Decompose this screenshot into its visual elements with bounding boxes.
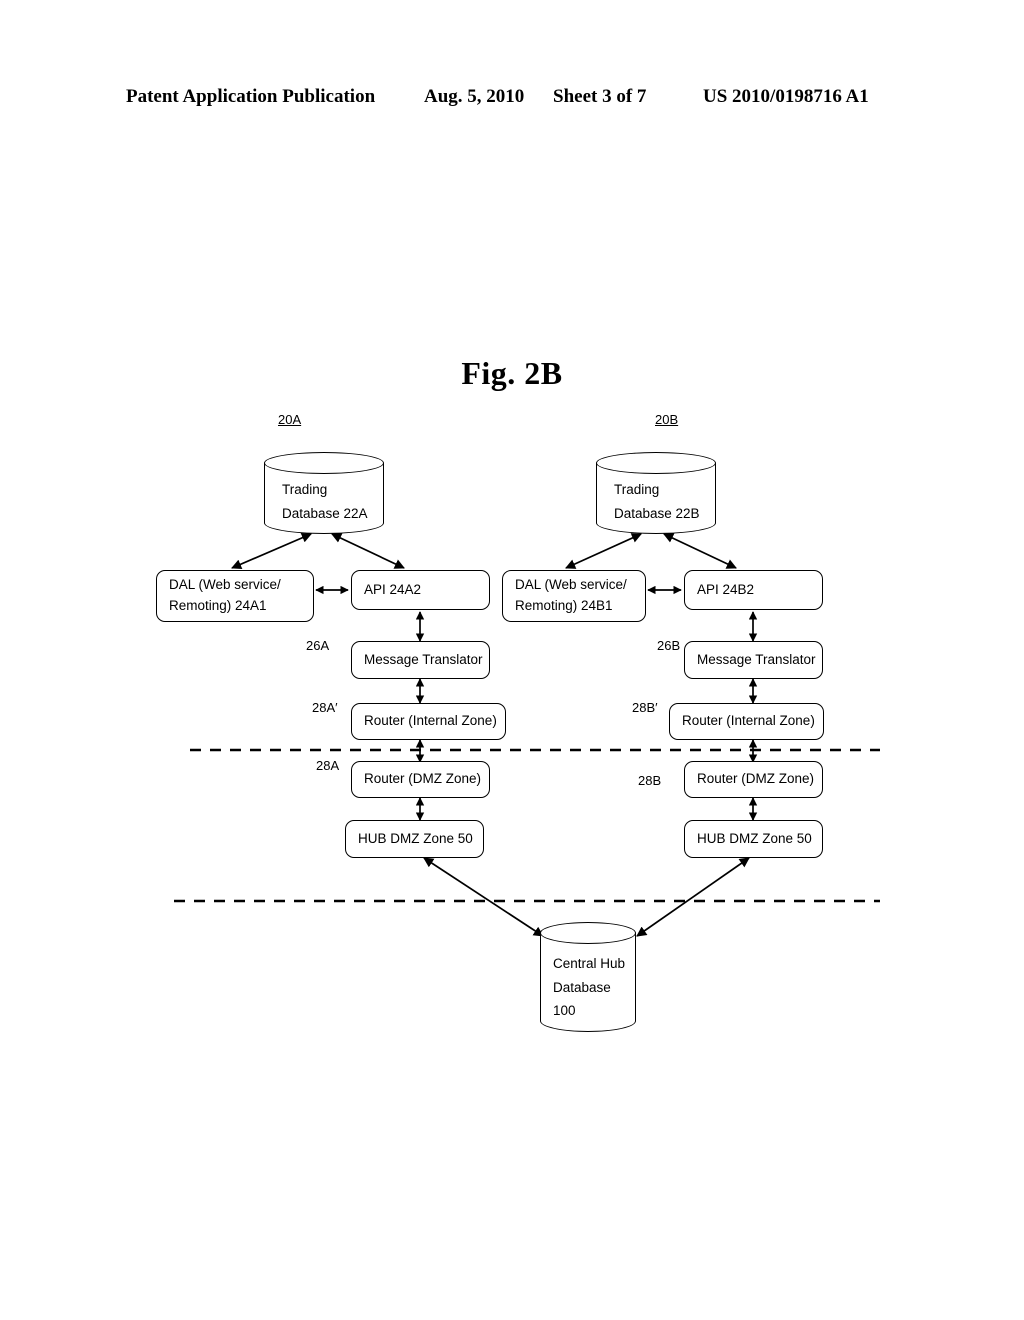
cylinder-top-ellipse	[264, 452, 384, 474]
trading-database-22a-line1: Trading	[282, 482, 328, 497]
dal-24b1-box: DAL (Web service/ Remoting) 24B1	[502, 570, 646, 622]
central-hub-database-line2: Database	[553, 979, 611, 995]
api-24b2-label: API 24B2	[697, 581, 755, 597]
hub-dmz-zone-50-right-label: HUB DMZ Zone 50	[697, 830, 812, 846]
trading-database-22a: Trading Database 22A	[264, 452, 384, 534]
arrow-db22b-dal24b1	[565, 533, 642, 569]
dal-24a1-line2: Remoting) 24A1	[169, 598, 267, 613]
hub-dmz-zone-50-right-box: HUB DMZ Zone 50	[684, 820, 823, 858]
message-translator-26a-label: Message Translator	[364, 651, 483, 667]
router-dmz-zone-28a-label: Router (DMZ Zone)	[364, 771, 482, 787]
router-dmz-zone-28b-box: Router (DMZ Zone)	[684, 761, 823, 798]
arrow-db22a-dal24a1	[231, 532, 312, 570]
ref-label-26b: 26B	[657, 638, 681, 653]
message-translator-26b-box: Message Translator	[684, 641, 823, 679]
ref-label-26a: 26A	[306, 638, 330, 653]
central-hub-database-100: Central Hub Database 100	[540, 922, 636, 1032]
trading-database-22b-label: Trading Database 22B	[596, 478, 716, 525]
api-24a2-box: API 24A2	[351, 570, 490, 610]
trading-database-22b: Trading Database 22B	[596, 452, 716, 534]
arrow-hubdmz-left-centralhub	[423, 857, 544, 937]
header-date-text: Aug. 5, 2010	[424, 86, 525, 107]
trading-database-22a-label: Trading Database 22A	[264, 478, 384, 525]
header-sheet-text: Sheet 3 of 7	[553, 86, 647, 107]
dal-24a1-line1: DAL (Web service/	[169, 577, 281, 593]
patent-header: Patent Application Publication Aug. 5, 2…	[0, 86, 1024, 114]
cylinder-top-ellipse	[540, 922, 636, 944]
ref-label-20b: 20B	[655, 412, 679, 427]
hub-dmz-zone-50-left-box: HUB DMZ Zone 50	[345, 820, 484, 858]
ref-label-28b: 28B	[638, 773, 662, 788]
central-hub-database-100-label: Central Hub Database 100	[540, 952, 636, 1023]
ref-label-20a: 20A	[278, 412, 302, 427]
trading-database-22a-line2: Database 22A	[282, 505, 368, 521]
dal-24b1-text: DAL (Web service/ Remoting) 24B1	[515, 575, 627, 617]
diagram-connectors	[174, 532, 880, 937]
dal-24a1-box: DAL (Web service/ Remoting) 24A1	[156, 570, 314, 622]
ref-label-28a-prime: 28A′	[312, 700, 338, 715]
router-dmz-zone-28b-label: Router (DMZ Zone)	[697, 771, 815, 787]
arrow-db22b-api24b2	[663, 533, 737, 569]
trading-database-22b-line2: Database 22B	[614, 505, 700, 521]
cylinder-top-ellipse	[596, 452, 716, 474]
arrow-hubdmz-right-centralhub	[636, 857, 750, 937]
header-publication-number: US 2010/0198716 A1	[703, 86, 869, 107]
dal-24b1-line2: Remoting) 24B1	[515, 598, 613, 613]
api-24a2-label: API 24A2	[364, 581, 422, 597]
hub-dmz-zone-50-left-label: HUB DMZ Zone 50	[358, 830, 473, 846]
router-internal-zone-28b-box: Router (Internal Zone)	[669, 703, 824, 740]
router-dmz-zone-28a-box: Router (DMZ Zone)	[351, 761, 490, 798]
central-hub-database-line3: 100	[553, 1003, 576, 1019]
arrow-db22a-api24a2	[331, 533, 405, 569]
header-publication-text: Patent Application Publication	[126, 86, 376, 107]
patent-figure-page: Patent Application Publication Aug. 5, 2…	[0, 0, 1024, 1320]
dal-24b1-line1: DAL (Web service/	[515, 577, 627, 593]
ref-label-28b-prime: 28B′	[632, 700, 658, 715]
message-translator-26a-box: Message Translator	[351, 641, 490, 679]
trading-database-22b-line1: Trading	[614, 482, 660, 497]
router-internal-zone-28b-label: Router (Internal Zone)	[682, 713, 815, 729]
dal-24a1-text: DAL (Web service/ Remoting) 24A1	[169, 575, 281, 617]
message-translator-26b-label: Message Translator	[697, 651, 816, 667]
api-24b2-box: API 24B2	[684, 570, 823, 610]
central-hub-database-line1: Central Hub	[553, 956, 626, 971]
router-internal-zone-28a-box: Router (Internal Zone)	[351, 703, 506, 740]
router-internal-zone-28a-label: Router (Internal Zone)	[364, 713, 497, 729]
figure-title: Fig. 2B	[461, 355, 563, 391]
ref-label-28a: 28A	[316, 758, 340, 773]
